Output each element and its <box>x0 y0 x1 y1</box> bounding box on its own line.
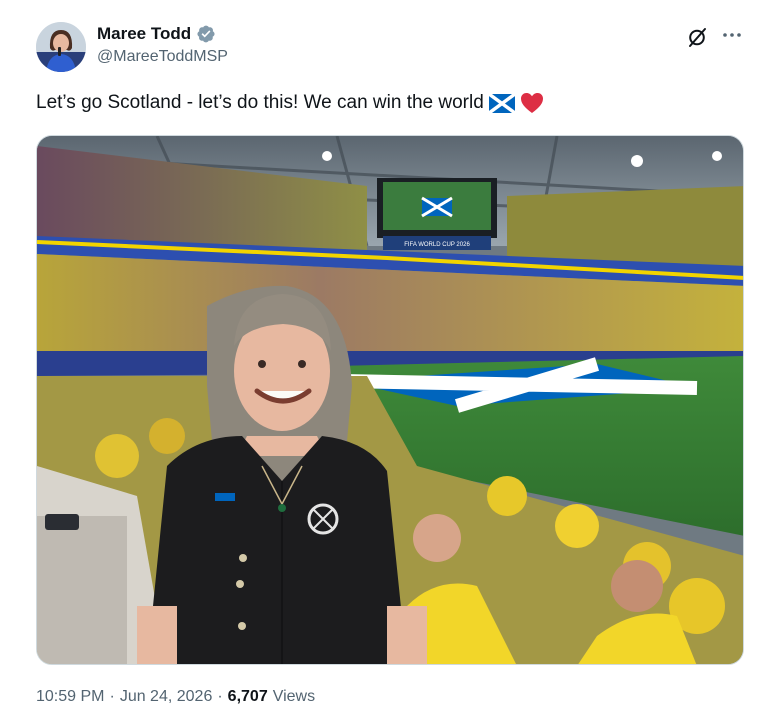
meta-separator-1: · <box>109 688 115 705</box>
more-options-icon[interactable] <box>720 23 744 47</box>
tweet: Maree Todd @MareeToddMSP Let’s go Scotla… <box>0 0 781 727</box>
grok-icon[interactable] <box>686 25 710 49</box>
author-block: Maree Todd @MareeToddMSP <box>97 23 228 66</box>
name-row: Maree Todd <box>97 23 228 45</box>
tweet-text-body: Let’s go Scotland - let’s do this! We ca… <box>36 92 484 113</box>
red-heart-emoji <box>520 92 544 114</box>
stadium-photo: FIFA WORLD CUP 2026 <box>37 136 743 664</box>
author-name[interactable]: Maree Todd <box>97 24 191 44</box>
tweet-photo[interactable]: FIFA WORLD CUP 2026 <box>36 135 744 665</box>
views-count[interactable]: 6,707 <box>228 688 268 706</box>
verified-badge-icon[interactable] <box>196 24 216 44</box>
tweet-date[interactable]: Jun 24, 2026 <box>120 688 213 706</box>
tweet-text: Let’s go Scotland - let’s do this! We ca… <box>36 92 544 114</box>
scotland-flag-emoji <box>488 93 515 113</box>
avatar[interactable] <box>36 22 86 72</box>
author-handle[interactable]: @MareeToddMSP <box>97 48 228 66</box>
jumbotron-text: FIFA WORLD CUP 2026 <box>404 242 470 248</box>
meta-separator-2: · <box>217 688 223 705</box>
tweet-time[interactable]: 10:59 PM <box>36 688 104 706</box>
views-label: Views <box>272 688 316 705</box>
tweet-meta: 10:59 PM · Jun 24, 2026 · 6,707 Views <box>36 688 315 706</box>
avatar-image <box>36 22 86 72</box>
